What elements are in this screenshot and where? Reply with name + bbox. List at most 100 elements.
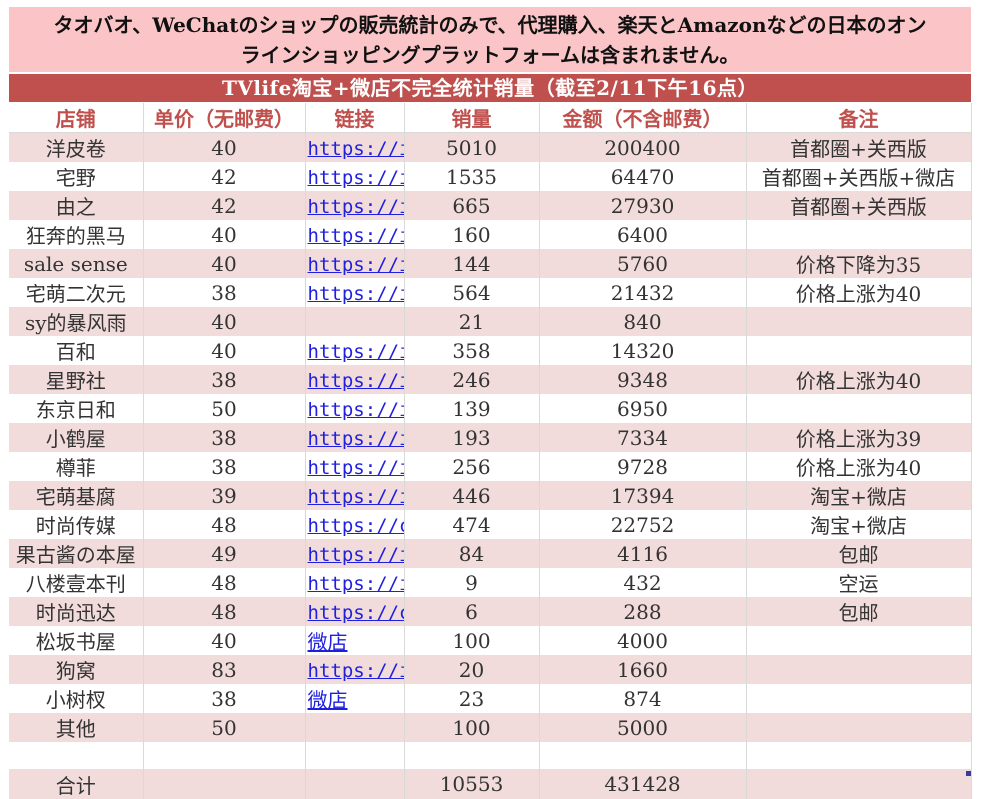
total-label[interactable]: 合计 <box>9 769 144 799</box>
price-cell[interactable]: 39 <box>143 481 306 510</box>
amount-cell[interactable]: 21432 <box>539 278 747 307</box>
link-cell[interactable]: https://i <box>305 655 405 684</box>
sales-cell[interactable]: 193 <box>404 423 540 452</box>
note-cell[interactable] <box>746 684 972 713</box>
note-cell[interactable] <box>746 336 972 365</box>
link-cell[interactable]: https://i <box>305 220 405 249</box>
note-cell[interactable]: 淘宝+微店 <box>746 481 972 510</box>
link-cell[interactable]: https://i <box>305 394 405 423</box>
link-cell[interactable]: https://c <box>305 510 405 539</box>
link-cell[interactable]: https://i <box>305 568 405 597</box>
store-link[interactable]: https://i <box>306 138 404 160</box>
header-link[interactable]: 链接 <box>305 103 405 133</box>
amount-cell[interactable]: 840 <box>539 307 747 336</box>
sales-cell[interactable]: 6 <box>404 597 540 626</box>
note-cell[interactable]: 价格上涨为39 <box>746 423 972 452</box>
store-link[interactable]: https://i <box>306 225 404 247</box>
price-cell[interactable]: 38 <box>143 684 306 713</box>
link-cell[interactable]: https://i <box>305 278 405 307</box>
empty-cell[interactable] <box>9 742 144 769</box>
store-cell[interactable]: 由之 <box>9 191 144 220</box>
store-link[interactable]: https://i <box>306 341 404 363</box>
amount-cell[interactable]: 5760 <box>539 249 747 278</box>
sales-cell[interactable]: 144 <box>404 249 540 278</box>
store-link[interactable]: https://c <box>306 515 404 537</box>
header-store[interactable]: 店铺 <box>9 103 144 133</box>
price-cell[interactable]: 38 <box>143 423 306 452</box>
link-cell[interactable]: https://c <box>305 597 405 626</box>
header-note[interactable]: 备注 <box>746 103 972 133</box>
sales-cell[interactable]: 139 <box>404 394 540 423</box>
store-cell[interactable]: 洋皮卷 <box>9 132 144 162</box>
store-link[interactable]: https://i <box>306 399 404 421</box>
store-cell[interactable]: 其他 <box>9 713 144 742</box>
amount-cell[interactable]: 27930 <box>539 191 747 220</box>
store-cell[interactable]: 宅萌二次元 <box>9 278 144 307</box>
price-cell[interactable]: 40 <box>143 249 306 278</box>
sales-cell[interactable]: 20 <box>404 655 540 684</box>
store-cell[interactable]: 八楼壹本刊 <box>9 568 144 597</box>
note-cell[interactable]: 首都圈+关西版 <box>746 132 972 162</box>
note-cell[interactable]: 价格下降为35 <box>746 249 972 278</box>
amount-cell[interactable]: 288 <box>539 597 747 626</box>
note-cell[interactable]: 空运 <box>746 568 972 597</box>
store-cell[interactable]: 樽菲 <box>9 452 144 481</box>
amount-cell[interactable]: 64470 <box>539 162 747 191</box>
price-cell[interactable]: 83 <box>143 655 306 684</box>
fill-handle[interactable] <box>966 771 971 776</box>
header-price[interactable]: 单价（无邮费） <box>143 103 306 133</box>
price-cell[interactable]: 48 <box>143 568 306 597</box>
sales-cell[interactable]: 564 <box>404 278 540 307</box>
sales-cell[interactable]: 84 <box>404 539 540 568</box>
header-amount[interactable]: 金额（不含邮费） <box>539 103 747 133</box>
empty-cell[interactable] <box>305 742 405 769</box>
empty-cell[interactable] <box>746 742 972 769</box>
store-link[interactable]: https://c <box>306 602 404 624</box>
total-sales[interactable]: 10553 <box>404 769 540 799</box>
price-cell[interactable]: 40 <box>143 626 306 655</box>
store-link[interactable]: https://i <box>306 370 404 392</box>
note-cell[interactable]: 价格上涨为40 <box>746 278 972 307</box>
sales-cell[interactable]: 665 <box>404 191 540 220</box>
sales-cell[interactable]: 474 <box>404 510 540 539</box>
price-cell[interactable]: 48 <box>143 597 306 626</box>
price-cell[interactable]: 40 <box>143 336 306 365</box>
sales-cell[interactable]: 23 <box>404 684 540 713</box>
amount-cell[interactable]: 17394 <box>539 481 747 510</box>
store-cell[interactable]: sy的暴风雨 <box>9 307 144 336</box>
store-cell[interactable]: 百和 <box>9 336 144 365</box>
price-cell[interactable]: 42 <box>143 191 306 220</box>
store-cell[interactable]: 宅萌基腐 <box>9 481 144 510</box>
price-cell[interactable]: 38 <box>143 452 306 481</box>
store-link[interactable]: 微店 <box>306 688 348 712</box>
header-sales[interactable]: 销量 <box>404 103 540 133</box>
link-cell[interactable]: https://i <box>305 336 405 365</box>
price-cell[interactable]: 50 <box>143 713 306 742</box>
note-cell[interactable] <box>746 220 972 249</box>
store-link[interactable]: https://i <box>306 428 404 450</box>
amount-cell[interactable]: 4116 <box>539 539 747 568</box>
link-cell[interactable]: https://i <box>305 365 405 394</box>
price-cell[interactable]: 50 <box>143 394 306 423</box>
store-link[interactable]: https://i <box>306 544 404 566</box>
note-cell[interactable]: 包邮 <box>746 539 972 568</box>
store-cell[interactable]: 小树杈 <box>9 684 144 713</box>
sales-cell[interactable]: 246 <box>404 365 540 394</box>
store-cell[interactable]: 狂奔的黑马 <box>9 220 144 249</box>
price-cell[interactable]: 48 <box>143 510 306 539</box>
amount-cell[interactable]: 6400 <box>539 220 747 249</box>
store-link[interactable]: https://i <box>306 254 404 276</box>
empty-cell[interactable] <box>143 769 306 799</box>
link-cell[interactable] <box>305 307 405 336</box>
store-link[interactable]: https://i <box>306 486 404 508</box>
sales-cell[interactable]: 21 <box>404 307 540 336</box>
empty-cell[interactable] <box>143 742 306 769</box>
store-cell[interactable]: 松坂书屋 <box>9 626 144 655</box>
price-cell[interactable]: 42 <box>143 162 306 191</box>
note-cell[interactable] <box>746 655 972 684</box>
amount-cell[interactable]: 22752 <box>539 510 747 539</box>
store-cell[interactable]: 东京日和 <box>9 394 144 423</box>
sales-cell[interactable]: 446 <box>404 481 540 510</box>
note-cell[interactable] <box>746 626 972 655</box>
store-cell[interactable]: sale sense <box>9 249 144 278</box>
